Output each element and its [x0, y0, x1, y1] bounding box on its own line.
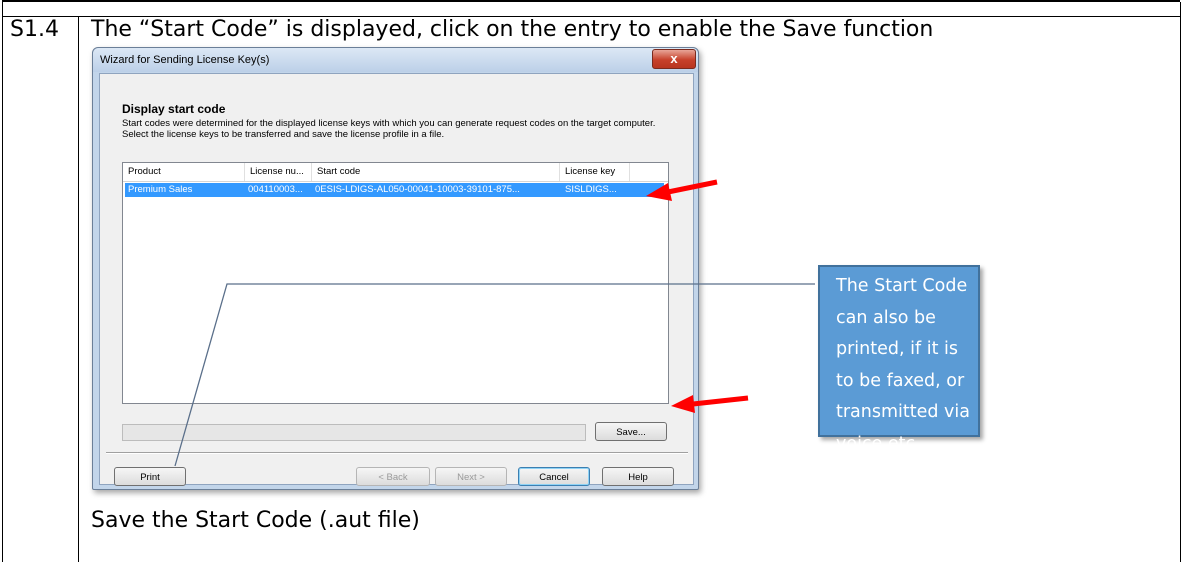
callout-box: The Start Code can also be printed, if i… — [818, 265, 980, 454]
arrow-to-entry — [646, 179, 718, 201]
arrow-to-save-button — [671, 395, 749, 413]
arrow-shaft — [692, 395, 749, 407]
callout-text: The Start Code can also be printed, if i… — [836, 276, 971, 454]
annotation-layer — [174, 179, 815, 467]
arrow-shaft — [667, 179, 718, 195]
arrow-head — [671, 395, 695, 413]
arrow-head — [646, 183, 672, 201]
callout-connector-line — [174, 283, 815, 467]
